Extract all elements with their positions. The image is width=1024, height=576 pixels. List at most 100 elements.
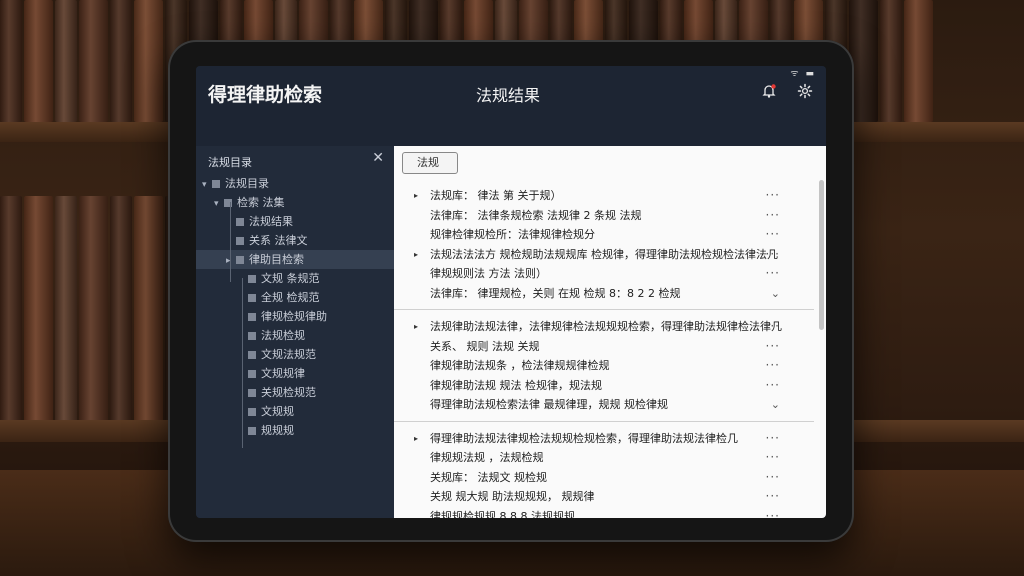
sidebar-tree-item[interactable]: ▸ 律助目检索 [196,250,394,269]
chevron-down-icon[interactable]: ⌄ [771,284,780,304]
sidebar-tree-item[interactable]: 规规规 [196,421,394,440]
book-spine [880,0,902,122]
sidebar-tree-item[interactable]: 法规检规 [196,326,394,345]
scrollbar[interactable] [819,180,824,330]
result-row[interactable]: ▸ 得理律助法规法律规检法规规检规检索，得理律助法规法律检几 ··· [394,429,814,449]
sidebar-tree-item[interactable]: 文规规律 [196,364,394,383]
result-text: 得理律助法规法律规检法规规检规检索，得理律助法规法律检几 [430,431,738,445]
result-text: 关规 规大规 助法规规规， 规规律 [430,490,595,503]
result-row[interactable]: 关规 规大规 助法规规规， 规规律 ··· [394,487,814,507]
more-options-icon[interactable]: ··· [766,337,780,357]
result-text: 法规律助法规法律，法律规律检法规规规检索，得理律助法规律检法律几 [430,320,782,333]
result-text: 律规律助法规 规法 检规律，规法规 [430,378,602,392]
more-options-icon[interactable]: ··· [766,487,780,507]
result-group: ▸ 法规律助法规法律，法律规律检法规规规检索，得理律助法规律检法律几 ··· 关系、 … [394,317,814,415]
book-spine [79,196,108,422]
result-row[interactable]: 关规库： 法规文 规检规 ··· [394,468,814,488]
result-text: 律规规检规规 8 8 8 法规规规 [430,509,575,519]
result-group: ▸ 得理律助法规法律规检法规规检规检索，得理律助法规法律检几 ··· 律规规法规 ，法… [394,429,814,519]
result-row[interactable]: ▸ 法规律助法规法律，法律规律检法规规规检索，得理律助法规律检法律几 ··· [394,317,814,337]
sidebar-tree-item[interactable]: 法规结果 [196,212,394,231]
more-options-icon[interactable]: ··· [766,317,780,337]
sidebar-title: 法规目录 [208,156,252,169]
result-text: 法规库： 律法 第 关于规） [430,189,562,202]
expand-caret-icon[interactable]: ▸ [414,245,418,265]
sidebar-tree-label: 规规规 [261,424,294,437]
more-options-icon[interactable]: ··· [766,264,780,284]
result-row[interactable]: 关系、 规则 法规 关规 ··· [394,337,814,357]
result-row[interactable]: 律规律助法规条 ，检法律规规律检规 ··· [394,356,814,376]
more-options-icon[interactable]: ··· [766,225,780,245]
sidebar-tree-label: 文规规 [261,405,294,418]
more-options-icon[interactable]: ··· [766,186,780,206]
more-options-icon[interactable]: ··· [766,206,780,226]
sidebar-tree-label: 法规检规 [261,329,305,342]
folder-icon [212,180,220,188]
result-row[interactable]: 得理律助法规检索法律 最规律理，规规 规检律规 ⌄ [394,395,814,415]
expand-caret-icon[interactable]: ▸ [414,429,418,449]
more-options-icon[interactable]: ··· [766,507,780,519]
book-spine [110,196,132,422]
more-options-icon[interactable]: ··· [766,468,780,488]
folder-icon [248,294,256,302]
book-spine [24,0,53,122]
result-row[interactable]: 规律检律规检所：法律规律检规分 ··· [394,225,814,245]
result-text: 律规规法规 ，法规检规 [430,451,544,464]
sidebar-tree-item[interactable]: ▾ 检索 法集 [196,193,394,212]
sidebar-tree-item[interactable]: 文规规 [196,402,394,421]
result-row[interactable]: ▸ 法规法法法方 规检规助法规规库 检规律，得理律助法规检规检法律法几 ··· [394,245,814,265]
sidebar-tree-item[interactable]: ▾ 法规目录 [196,174,394,193]
close-icon[interactable]: ✕ [372,150,384,166]
directory-tree: ▾ 法规目录 ▾ 检索 法集 法规结果 关系 法律文 ▸ 律助目检索 文规 条规范 全规 检规范律… [196,174,394,448]
result-text: 关规库： 法规文 规检规 [430,470,547,484]
more-options-icon[interactable]: ··· [766,429,780,449]
sidebar-tree-label: 关规检规范 [261,386,316,399]
result-text: 法规法法法方 规检规助法规规库 检规律，得理律助法规检规检法律法几 [430,247,778,261]
folder-icon [248,275,256,283]
result-row[interactable]: 法律库： 律理规检，关则 在规 检规 8：8 2 2 检规 ⌄ [394,284,814,304]
folder-icon [236,218,244,226]
book-spine [904,0,933,122]
gear-icon[interactable] [794,80,816,102]
sidebar-tree-label: 律助目检索 [249,253,304,266]
result-text: 关系、 规则 法规 关规 [430,339,540,353]
book-spine [79,0,108,122]
book-spine [0,196,22,422]
sidebar-tree-item[interactable]: 全规 检规范 [196,288,394,307]
sidebar-tree-item[interactable]: 律规检规律助 [196,307,394,326]
sidebar-tree-label: 关系 法律文 [249,234,308,247]
result-row[interactable]: 律规规检规规 8 8 8 法规规规 ··· [394,507,814,519]
more-options-icon[interactable]: ··· [766,448,780,468]
more-options-icon[interactable]: ··· [766,356,780,376]
sidebar-tree-label: 文规 条规范 [261,272,320,285]
sidebar-tree-label: 法规目录 [225,177,269,190]
sidebar-tree-item[interactable]: 关系 法律文 [196,231,394,250]
tree-guide-line [230,202,231,282]
group-gap [394,415,814,429]
sidebar-tree-item[interactable]: 关规检规范 [196,383,394,402]
result-text: 得理律助法规检索法律 最规律理，规规 规检律规 [430,398,668,411]
more-options-icon[interactable]: ··· [766,245,780,265]
result-row[interactable]: 律规规则法 方法 法则） ··· [394,264,814,284]
book-spine [55,196,77,422]
bell-icon[interactable] [758,80,780,102]
sidebar-tree-item[interactable]: 文规 条规范 [196,269,394,288]
result-text: 法律库： 法律条规检索 法规律 2 条规 法规 [430,208,642,222]
book-spine [134,0,163,122]
book-spine [55,0,77,122]
expand-caret-icon[interactable]: ▸ [414,186,418,206]
expand-caret-icon[interactable]: ▸ [414,317,418,337]
folder-icon [236,256,244,264]
result-row[interactable]: 律规律助法规 规法 检规律，规法规 ··· [394,376,814,396]
more-options-icon[interactable]: ··· [766,376,780,396]
result-row[interactable]: ▸ 法规库： 律法 第 关于规） ··· [394,186,814,206]
group-divider [394,309,814,310]
sidebar-tree-item[interactable]: 文规法规范 [196,345,394,364]
result-row[interactable]: 法律库： 法律条规检索 法规律 2 条规 法规 ··· [394,206,814,226]
filter-button[interactable]: 法规 [402,152,458,174]
header-actions [758,80,816,102]
results-list: ▸ 法规库： 律法 第 关于规） ··· 法律库： 法律条规检索 法规律 2 条规 法… [394,186,814,518]
chevron-down-icon[interactable]: ⌄ [771,395,780,415]
result-row[interactable]: 律规规法规 ，法规检规 ··· [394,448,814,468]
book-spine [0,0,22,122]
